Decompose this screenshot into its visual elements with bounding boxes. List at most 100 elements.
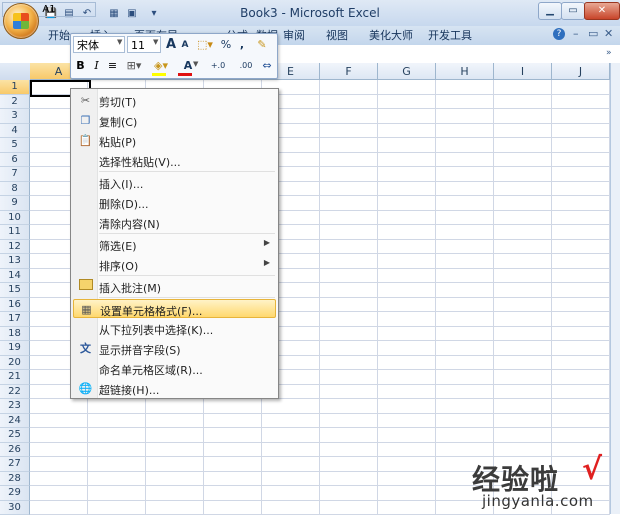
row-header-22[interactable]: 22 — [0, 385, 30, 400]
submenu-arrow-icon: ▶ — [264, 238, 270, 247]
menu-item-label: 删除(D)... — [99, 196, 149, 212]
row-header-27[interactable]: 27 — [0, 457, 30, 472]
menu-item-delete[interactable]: 删除(D)... — [73, 193, 276, 212]
menu-item-label: 筛选(E) — [99, 238, 137, 254]
bold-button[interactable]: B — [73, 57, 88, 74]
column-header-i[interactable]: I — [494, 63, 552, 80]
help-icon[interactable]: ? — [553, 28, 565, 40]
expand-formula-bar-icon[interactable]: » — [606, 48, 612, 58]
row-header-18[interactable]: 18 — [0, 327, 30, 342]
gridline — [30, 413, 610, 414]
row-header-26[interactable]: 26 — [0, 443, 30, 458]
menu-item-label: 插入批注(M) — [99, 280, 161, 296]
menu-item-label: 插入(I)... — [99, 176, 143, 192]
fill-color-icon[interactable]: ◈▾ — [149, 57, 173, 74]
vertical-scrollbar[interactable] — [610, 63, 620, 514]
menu-separator — [99, 171, 275, 172]
menu-item-insert[interactable]: 插入(I)... — [73, 173, 276, 192]
row-header-7[interactable]: 7 — [0, 167, 30, 182]
row-header-13[interactable]: 13 — [0, 254, 30, 269]
tab-developer[interactable]: 开发工具 — [428, 28, 472, 44]
row-header-17[interactable]: 17 — [0, 312, 30, 327]
menu-item-paste[interactable]: 📋 粘贴(P) — [73, 131, 276, 150]
shrink-font-button[interactable]: A — [179, 37, 191, 54]
row-header-20[interactable]: 20 — [0, 356, 30, 371]
row-header-14[interactable]: 14 — [0, 269, 30, 284]
row-header-9[interactable]: 9 — [0, 196, 30, 211]
close-button[interactable]: ✕ — [584, 2, 620, 20]
row-header-19[interactable]: 19 — [0, 341, 30, 356]
close-workbook-icon[interactable]: ✕ — [604, 27, 613, 40]
center-align-button[interactable]: ≡ — [105, 57, 120, 74]
row-header-4[interactable]: 4 — [0, 124, 30, 139]
percent-button[interactable]: % — [219, 36, 233, 53]
row-header-10[interactable]: 10 — [0, 211, 30, 226]
restore-icon[interactable]: ▭ — [588, 27, 598, 40]
row-header-23[interactable]: 23 — [0, 399, 30, 414]
tab-view[interactable]: 视图 — [326, 28, 348, 44]
italic-button[interactable]: I — [89, 57, 104, 74]
office-button[interactable] — [3, 3, 39, 39]
comma-style-button[interactable]: , — [235, 36, 249, 53]
chevron-down-icon[interactable]: ▼ — [117, 38, 122, 46]
menu-item-cut[interactable]: ✂ 剪切(T) — [73, 91, 276, 110]
menu-item-define-name[interactable]: 命名单元格区域(R)... — [73, 359, 276, 378]
row-header-5[interactable]: 5 — [0, 138, 30, 153]
row-header-16[interactable]: 16 — [0, 298, 30, 313]
row-header-21[interactable]: 21 — [0, 370, 30, 385]
gridline — [493, 80, 494, 514]
row-header-8[interactable]: 8 — [0, 182, 30, 197]
row-header-1[interactable]: 1 — [0, 80, 30, 95]
grow-font-button[interactable]: A — [164, 36, 178, 53]
clear-format-icon[interactable]: ✎ — [253, 36, 271, 53]
increase-decimal-button[interactable]: +.0 — [205, 57, 231, 74]
column-header-g[interactable]: G — [378, 63, 436, 80]
menu-item-insert-comment[interactable]: 插入批注(M) — [73, 277, 276, 296]
row-header-2[interactable]: 2 — [0, 95, 30, 110]
column-header-j[interactable]: J — [552, 63, 610, 80]
format-cells-icon: ▦ — [79, 302, 94, 317]
menu-item-hyperlink[interactable]: 🌐 超链接(H)... — [73, 379, 276, 398]
minimize-button[interactable]: ▁ — [538, 2, 562, 20]
gridline — [377, 80, 378, 514]
menu-item-filter[interactable]: 筛选(E) ▶ — [73, 235, 276, 254]
row-header-25[interactable]: 25 — [0, 428, 30, 443]
tab-home[interactable]: 开始 — [48, 28, 70, 44]
borders-icon[interactable]: ⊞▾ — [123, 57, 145, 74]
context-menu: ✂ 剪切(T) ❐ 复制(C) 📋 粘贴(P) 选择性粘贴(V)... 插入(I… — [70, 88, 279, 399]
column-header-h[interactable]: H — [436, 63, 494, 80]
menu-item-sort[interactable]: 排序(O) ▶ — [73, 255, 276, 274]
row-header-6[interactable]: 6 — [0, 153, 30, 168]
chevron-down-icon[interactable]: ▼ — [193, 60, 198, 68]
format-painter-icon[interactable]: ⬚▾ — [195, 36, 215, 53]
column-header-f[interactable]: F — [320, 63, 378, 80]
menu-item-clear-contents[interactable]: 清除内容(N) — [73, 213, 276, 232]
tab-review[interactable]: 审阅 — [283, 28, 305, 44]
row-header-15[interactable]: 15 — [0, 283, 30, 298]
menu-item-label: 清除内容(N) — [99, 216, 160, 232]
maximize-button[interactable]: ▭ — [561, 2, 585, 20]
phonetic-icon: 文 — [78, 341, 93, 356]
row-header-29[interactable]: 29 — [0, 486, 30, 501]
row-header-3[interactable]: 3 — [0, 109, 30, 124]
menu-item-copy[interactable]: ❐ 复制(C) — [73, 111, 276, 130]
copy-icon: ❐ — [78, 113, 93, 128]
row-header-28[interactable]: 28 — [0, 472, 30, 487]
select-all-button[interactable] — [0, 63, 31, 81]
row-header-12[interactable]: 12 — [0, 240, 30, 255]
menu-item-paste-special[interactable]: 选择性粘贴(V)... — [73, 151, 276, 170]
font-color-swatch — [178, 73, 192, 76]
menu-item-show-phonetic[interactable]: 文 显示拼音字段(S) — [73, 339, 276, 358]
decrease-decimal-button[interactable]: .00 — [233, 57, 259, 74]
tab-beautify-master[interactable]: 美化大师 — [369, 28, 413, 44]
chevron-down-icon[interactable]: ▼ — [153, 38, 158, 46]
merge-center-icon[interactable]: ⇔ — [259, 57, 275, 74]
menu-item-format-cells[interactable]: ▦ 设置单元格格式(F)... — [73, 299, 276, 318]
row-header-11[interactable]: 11 — [0, 225, 30, 240]
menu-item-pick-from-list[interactable]: 从下拉列表中选择(K)... — [73, 319, 276, 338]
hyperlink-icon: 🌐 — [78, 381, 93, 396]
menu-item-label: 显示拼音字段(S) — [99, 342, 181, 358]
row-header-30[interactable]: 30 — [0, 501, 30, 515]
ribbon-minimize-icon[interactable]: – — [573, 27, 579, 40]
row-header-24[interactable]: 24 — [0, 414, 30, 429]
